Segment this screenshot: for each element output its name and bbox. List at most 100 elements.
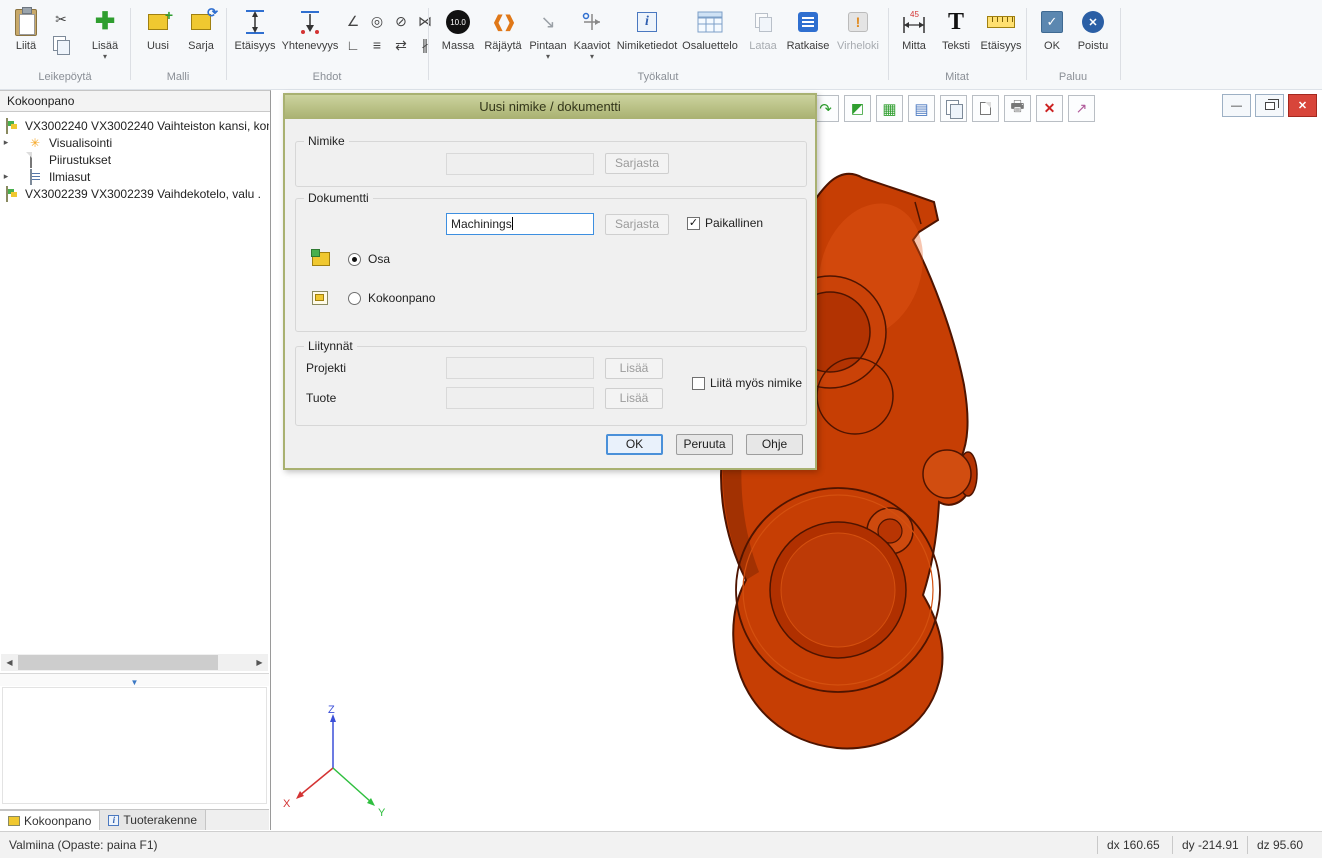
measure-icon: 45 <box>900 9 928 35</box>
grid-icon: ▦ <box>882 100 896 118</box>
error-log-button[interactable]: ! Virheloki <box>832 4 884 53</box>
series-button[interactable]: ⟳ Sarja <box>180 4 222 53</box>
exit-button[interactable]: ✕ Poistu <box>1072 4 1114 53</box>
dialog-ok-button[interactable]: OK <box>606 434 663 455</box>
new-label: Uusi <box>138 40 178 53</box>
tab-kokoonpano[interactable]: Kokoonpano <box>0 810 100 830</box>
nimike-sarjasta-button[interactable]: Sarjasta <box>605 153 669 174</box>
dokumentti-group-label: Dokumentti <box>304 191 373 205</box>
tangent-icon: ⊘ <box>395 13 407 30</box>
measure-button[interactable]: 45 Mitta <box>894 4 934 53</box>
osa-radio[interactable] <box>348 253 361 266</box>
liita-myos-checkbox-row[interactable]: Liitä myös nimike <box>692 376 802 390</box>
exit-label: Poistu <box>1072 40 1114 53</box>
dokumentti-sarjasta-button[interactable]: Sarjasta <box>605 214 669 235</box>
delete-view-button[interactable]: ✕ <box>1036 95 1063 122</box>
dialog-title-bar[interactable]: Uusi nimike / dokumentti <box>285 95 815 119</box>
angle-constraint-button[interactable]: ∠ <box>342 10 364 32</box>
perpendicular-constraint-button[interactable]: ∟ <box>342 34 364 56</box>
checkbox-checked-icon[interactable]: ✓ <box>687 217 700 230</box>
distance-constraint-button[interactable]: Etäisyys <box>232 4 278 53</box>
parallel-constraint-button[interactable]: ⇄ <box>390 34 412 56</box>
diagram-icon <box>580 10 604 34</box>
tangent-constraint-button[interactable]: ⊘ <box>390 10 412 32</box>
checkbox-unchecked[interactable] <box>692 377 705 390</box>
paikallinen-checkbox-row[interactable]: ✓ Paikallinen <box>687 216 763 230</box>
distance-measure-label: Etäisyys <box>978 40 1024 53</box>
visualization-icon: ✳ <box>30 136 40 150</box>
panel-splitter[interactable]: ▼ <box>0 673 269 686</box>
copy-icon <box>53 36 69 54</box>
explode-button[interactable]: ❰❱ Räjäytä <box>480 4 526 53</box>
solve-button[interactable]: Ratkaise <box>784 4 832 53</box>
tuote-lisaa-button[interactable]: Lisää <box>605 388 663 409</box>
scroll-left-icon[interactable]: ◀ <box>1 654 18 671</box>
group-divider <box>130 8 131 80</box>
minimize-button[interactable]: — <box>1222 94 1251 117</box>
expander-icon[interactable]: ▸ <box>0 137 12 148</box>
dokumentti-input[interactable]: Machinings <box>446 213 594 235</box>
tree-item-root-assembly[interactable]: VX3002240 VX3002240 Vaihteiston kansi, k… <box>0 117 269 134</box>
paste-button[interactable]: Liitä <box>4 4 48 53</box>
part-list-button[interactable]: Osaluettelo <box>680 4 740 53</box>
tree-item-appearances[interactable]: ▸ Ilmiasut <box>0 168 269 185</box>
osa-radio-row[interactable]: Osa <box>348 252 390 266</box>
text-button[interactable]: T Teksti <box>936 4 976 53</box>
load-button[interactable]: Lataa <box>744 4 782 53</box>
mass-button[interactable]: 10.0 Massa <box>436 4 480 53</box>
to-surface-button[interactable]: ↘ Pintaan ▾ <box>526 4 570 61</box>
exit-cross-icon: ✕ <box>1082 11 1104 33</box>
application-window: Liitä ✂ ✚ Lisää ▾ + Uusi ⟳ Sarja <box>0 0 1322 858</box>
scroll-right-icon[interactable]: ▶ <box>251 654 268 671</box>
kokoonpano-radio-row[interactable]: Kokoonpano <box>348 291 435 305</box>
scrollbar-track[interactable] <box>18 654 251 671</box>
scrollbar-thumb[interactable] <box>18 655 218 670</box>
series-part-icon: ⟳ <box>191 14 211 30</box>
part-type-icon <box>312 252 330 266</box>
cut-button[interactable]: ✂ <box>50 8 72 30</box>
nonparallel-constraint-button[interactable]: ∦ <box>414 34 436 56</box>
collinear-constraint-button[interactable]: ≡ <box>366 34 388 56</box>
coincidence-label: Yhtenevyys <box>280 40 340 53</box>
close-button[interactable]: ✕ <box>1288 94 1317 117</box>
distance-measure-button[interactable]: Etäisyys <box>978 4 1024 53</box>
group-label-dimensions: Mitat <box>888 71 1026 87</box>
tuote-input[interactable] <box>446 387 594 409</box>
kokoonpano-radio[interactable] <box>348 292 361 305</box>
horizontal-scrollbar[interactable]: ◀ ▶ <box>1 654 268 671</box>
tree-item-visualization[interactable]: ▸ ✳ Visualisointi <box>0 134 269 151</box>
spreadsheet-button[interactable]: ▦ <box>876 95 903 122</box>
text-caret <box>512 217 513 230</box>
projekti-input[interactable] <box>446 357 594 379</box>
diagrams-button[interactable]: Kaaviot ▾ <box>570 4 614 61</box>
tree-item-part[interactable]: VX3002239 VX3002239 Vaihdekotelo, valu . <box>0 185 269 202</box>
coincidence-button[interactable]: Yhtenevyys <box>280 4 340 53</box>
explode-icon: ❰❱ <box>492 12 515 32</box>
symmetry-constraint-button[interactable]: ⋈ <box>414 10 436 32</box>
insert-button[interactable]: ✚ Lisää ▾ <box>84 4 126 61</box>
dialog-cancel-button[interactable]: Peruuta <box>676 434 733 455</box>
concentric-constraint-button[interactable]: ◎ <box>366 10 388 32</box>
secondary-pane <box>2 687 267 804</box>
nimike-input[interactable] <box>446 153 594 175</box>
projekti-lisaa-button[interactable]: Lisää <box>605 358 663 379</box>
assembly-type-icon <box>312 291 328 305</box>
maximize-button[interactable] <box>1255 94 1284 117</box>
item-info-button[interactable]: i Nimiketiedot <box>616 4 678 53</box>
coordinate-plane-button[interactable]: ◩ <box>844 95 871 122</box>
new-button[interactable]: + Uusi <box>138 4 178 53</box>
tab-tuoterakenne[interactable]: i Tuoterakenne <box>100 810 206 830</box>
dialog-help-button[interactable]: Ohje <box>746 434 803 455</box>
export-view-button[interactable]: ↗ <box>1068 95 1095 122</box>
dokumentti-input-value: Machinings <box>451 217 512 231</box>
tree-item-drawings[interactable]: Piirustukset <box>0 151 269 168</box>
document-button[interactable]: ▤ <box>908 95 935 122</box>
mass-label: Massa <box>436 40 480 53</box>
copy-sheet-button[interactable] <box>940 95 967 122</box>
text-label: Teksti <box>936 40 976 53</box>
ok-ribbon-button[interactable]: ✓ OK <box>1034 4 1070 53</box>
new-sheet-button[interactable] <box>972 95 999 122</box>
expander-icon[interactable]: ▸ <box>0 171 12 182</box>
print-button[interactable]: 🖶 <box>1004 95 1031 122</box>
copy-button[interactable] <box>50 34 72 56</box>
